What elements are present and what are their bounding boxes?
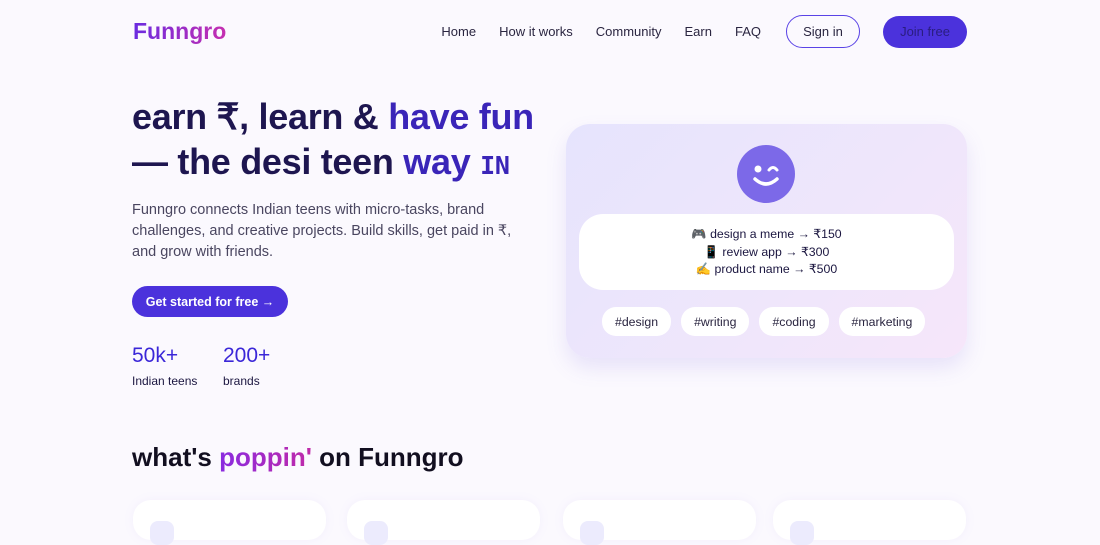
nav-earn[interactable]: Earn <box>685 24 712 39</box>
india-flag-icon: IN <box>480 151 510 180</box>
title-highlight: poppin' <box>219 442 312 472</box>
tag-list: #design #writing #coding #marketing <box>602 307 926 336</box>
stat-label: Indian teens <box>132 374 198 388</box>
wink-face-icon <box>737 145 795 203</box>
headline-part: — the desi teen <box>132 141 404 182</box>
sign-in-button[interactable]: Sign in <box>786 15 860 48</box>
nav-how-it-works[interactable]: How it works <box>499 24 573 39</box>
nav-community[interactable]: Community <box>596 24 662 39</box>
headline-part: earn ₹, learn & <box>132 96 389 137</box>
hero-description: Funngro connects Indian teens with micro… <box>132 202 512 260</box>
join-free-button[interactable]: Join free <box>883 15 967 48</box>
title-part: what's <box>132 442 220 472</box>
task-list: 🎮 design a meme → ₹150 📱 review app → ₹3… <box>579 214 954 290</box>
nav-home[interactable]: Home <box>441 24 476 39</box>
section-title: what's poppin' on Funngro <box>132 442 464 473</box>
feature-card[interactable] <box>563 500 756 545</box>
feature-card[interactable] <box>133 500 326 545</box>
stat-label: brands <box>223 374 260 388</box>
feature-icon <box>150 521 174 545</box>
stat-value: 200+ <box>223 344 271 367</box>
headline-highlight: have fun <box>388 96 534 137</box>
task-item: 📱 review app → ₹300 <box>703 244 830 259</box>
tag-marketing[interactable]: #marketing <box>838 307 926 336</box>
get-started-button[interactable]: Get started for free → <box>132 286 288 317</box>
feature-card[interactable] <box>347 500 540 545</box>
feature-icon <box>580 521 604 545</box>
hero-card: 🎮 design a meme → ₹150 📱 review app → ₹3… <box>566 124 967 358</box>
tag-coding[interactable]: #coding <box>759 307 829 336</box>
task-item: 🎮 design a meme → ₹150 <box>691 227 842 241</box>
feature-icon <box>790 521 814 545</box>
task-item: ✍️ product name → ₹500 <box>695 262 838 276</box>
stat-value: 50k+ <box>132 344 179 367</box>
top-nav: Home How it works Community Earn FAQ Sig… <box>441 15 967 48</box>
stat-teens: 50k+ Indian teens <box>132 344 197 388</box>
hero-headline: earn ₹, learn & have fun — the desi teen … <box>132 94 534 188</box>
logo[interactable]: Funngro <box>133 18 226 45</box>
tag-design[interactable]: #design <box>602 307 672 336</box>
stat-brands: 200+ brands <box>223 344 270 388</box>
feature-icon <box>364 521 388 545</box>
feature-card[interactable] <box>773 500 966 545</box>
nav-faq[interactable]: FAQ <box>735 24 761 39</box>
tag-writing[interactable]: #writing <box>681 307 750 336</box>
title-part: on Funngro <box>311 442 464 472</box>
headline-highlight: way <box>403 141 471 182</box>
